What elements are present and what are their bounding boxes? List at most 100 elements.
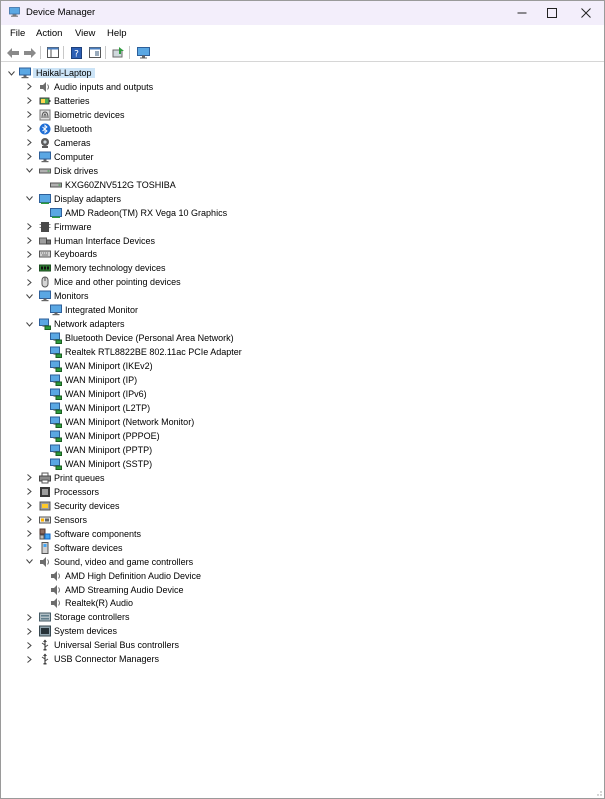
chevron-right-icon[interactable]	[23, 275, 35, 289]
chevron-down-icon[interactable]	[23, 555, 35, 569]
menu-view[interactable]: View	[75, 28, 95, 39]
tree-item-label: Audio inputs and outputs	[54, 81, 154, 92]
tree-category[interactable]: Audio inputs and outputs	[23, 80, 153, 94]
tree-category[interactable]: Keyboards	[23, 247, 97, 261]
tree-item-label: Monitors	[54, 291, 89, 302]
tree-category[interactable]: Human Interface Devices	[23, 234, 155, 248]
tree-device[interactable]: WAN Miniport (IKEv2)	[38, 359, 153, 373]
tree-category[interactable]: Batteries	[23, 94, 90, 108]
minimize-button[interactable]	[506, 1, 538, 25]
tree-category[interactable]: Cameras	[23, 136, 91, 150]
tree-category[interactable]: Memory technology devices	[23, 261, 166, 275]
tree-device[interactable]: AMD Streaming Audio Device	[38, 583, 184, 597]
toolbar-separator	[105, 46, 106, 59]
network-icon	[50, 458, 62, 470]
menu-help[interactable]: Help	[107, 28, 127, 39]
chevron-right-icon[interactable]	[23, 122, 35, 136]
tree-category[interactable]: Bluetooth	[23, 122, 92, 136]
chevron-right-icon[interactable]	[23, 234, 35, 248]
tree-category[interactable]: System devices	[23, 624, 117, 638]
tree-item-label: WAN Miniport (PPTP)	[65, 444, 153, 455]
tree-category[interactable]: USB Connector Managers	[23, 652, 159, 666]
chevron-right-icon[interactable]	[23, 261, 35, 275]
chevron-down-icon[interactable]	[23, 317, 35, 331]
chevron-right-icon[interactable]	[23, 499, 35, 513]
tree-category[interactable]: Software devices	[23, 541, 123, 555]
tree-category[interactable]: Display adapters	[23, 192, 121, 206]
tree-device[interactable]: Realtek(R) Audio	[38, 596, 133, 610]
chevron-right-icon[interactable]	[23, 610, 35, 624]
properties-button[interactable]: ?	[69, 45, 84, 60]
update-driver-button[interactable]	[111, 45, 126, 60]
tree-category[interactable]: Processors	[23, 485, 99, 499]
chevron-down-icon[interactable]	[23, 164, 35, 178]
chevron-right-icon[interactable]	[23, 471, 35, 485]
keyboard-icon	[39, 250, 51, 258]
chevron-right-icon[interactable]	[23, 108, 35, 122]
chevron-right-icon[interactable]	[23, 638, 35, 652]
chevron-right-icon[interactable]	[23, 150, 35, 164]
scan-hardware-changes-button[interactable]	[136, 45, 151, 60]
tree-category[interactable]: Network adapters	[23, 317, 125, 331]
tree-device[interactable]: Bluetooth Device (Personal Area Network)	[38, 331, 234, 345]
forward-button[interactable]	[22, 45, 37, 60]
tree-device[interactable]: WAN Miniport (SSTP)	[38, 457, 152, 471]
tree-category[interactable]: Print queues	[23, 471, 105, 485]
tree-item-label: Realtek RTL8822BE 802.11ac PCIe Adapter	[65, 347, 242, 358]
chevron-right-icon[interactable]	[23, 652, 35, 666]
tree-category[interactable]: Universal Serial Bus controllers	[23, 638, 179, 652]
scan-hardware-monitor-icon	[137, 46, 150, 58]
tree-device[interactable]: WAN Miniport (IP)	[38, 373, 137, 387]
tree-category[interactable]: Disk drives	[23, 164, 98, 178]
show-hide-console-tree-button[interactable]	[45, 45, 60, 60]
menu-file[interactable]: File	[10, 28, 25, 39]
tree-category[interactable]: Sound, video and game controllers	[23, 555, 193, 569]
tree-device[interactable]: WAN Miniport (PPTP)	[38, 443, 152, 457]
tree-device[interactable]: WAN Miniport (PPPOE)	[38, 429, 160, 443]
tree-device[interactable]: WAN Miniport (Network Monitor)	[38, 415, 194, 429]
tree-category[interactable]: Computer	[23, 150, 94, 164]
close-button[interactable]	[570, 1, 602, 25]
tree-category[interactable]: Monitors	[23, 289, 89, 303]
menu-action[interactable]: Action	[36, 28, 62, 39]
chevron-right-icon[interactable]	[23, 485, 35, 499]
tree-device[interactable]: Realtek RTL8822BE 802.11ac PCIe Adapter	[38, 345, 242, 359]
tree-category[interactable]: Mice and other pointing devices	[23, 275, 181, 289]
device-tree[interactable]: Haikal-Laptop Audio inputs and outputs Ba…	[1, 63, 604, 798]
help-button[interactable]	[87, 45, 102, 60]
chevron-right-icon[interactable]	[23, 220, 35, 234]
tree-category[interactable]: Firmware	[23, 220, 92, 234]
chevron-right-icon[interactable]	[23, 541, 35, 555]
maximize-button[interactable]	[536, 1, 568, 25]
tree-device[interactable]: AMD Radeon(TM) RX Vega 10 Graphics	[38, 206, 227, 220]
chevron-right-icon[interactable]	[23, 80, 35, 94]
chevron-right-icon[interactable]	[23, 136, 35, 150]
title-bar[interactable]: Device Manager	[1, 1, 604, 25]
chevron-right-icon[interactable]	[23, 527, 35, 541]
tree-root[interactable]: Haikal-Laptop	[7, 66, 95, 80]
tree-category[interactable]: Software components	[23, 527, 141, 541]
back-button[interactable]	[5, 45, 20, 60]
menu-bar: File Action View Help	[1, 25, 604, 43]
chevron-right-icon[interactable]	[23, 624, 35, 638]
chevron-down-icon[interactable]	[23, 289, 35, 303]
resize-grip-icon[interactable]	[594, 788, 602, 796]
tree-category[interactable]: Storage controllers	[23, 610, 130, 624]
chevron-right-icon[interactable]	[23, 247, 35, 261]
tree-device[interactable]: Integrated Monitor	[38, 303, 138, 317]
tree-device[interactable]: WAN Miniport (L2TP)	[38, 401, 150, 415]
network-icon	[50, 430, 62, 442]
chevron-down-icon[interactable]	[7, 66, 15, 80]
tree-category[interactable]: Sensors	[23, 513, 87, 527]
tree-device[interactable]: AMD High Definition Audio Device	[38, 569, 201, 583]
tree-device[interactable]: KXG60ZNV512G TOSHIBA	[38, 178, 176, 192]
tree-device[interactable]: WAN Miniport (IPv6)	[38, 387, 147, 401]
tree-item-label: Security devices	[54, 500, 120, 511]
tree-category[interactable]: Security devices	[23, 499, 120, 513]
computer-icon	[39, 151, 51, 162]
tree-category[interactable]: Biometric devices	[23, 108, 125, 122]
chevron-right-icon[interactable]	[23, 94, 35, 108]
chevron-down-icon[interactable]	[23, 192, 35, 206]
chevron-right-icon[interactable]	[23, 513, 35, 527]
tree-item-label: WAN Miniport (IP)	[65, 375, 138, 386]
